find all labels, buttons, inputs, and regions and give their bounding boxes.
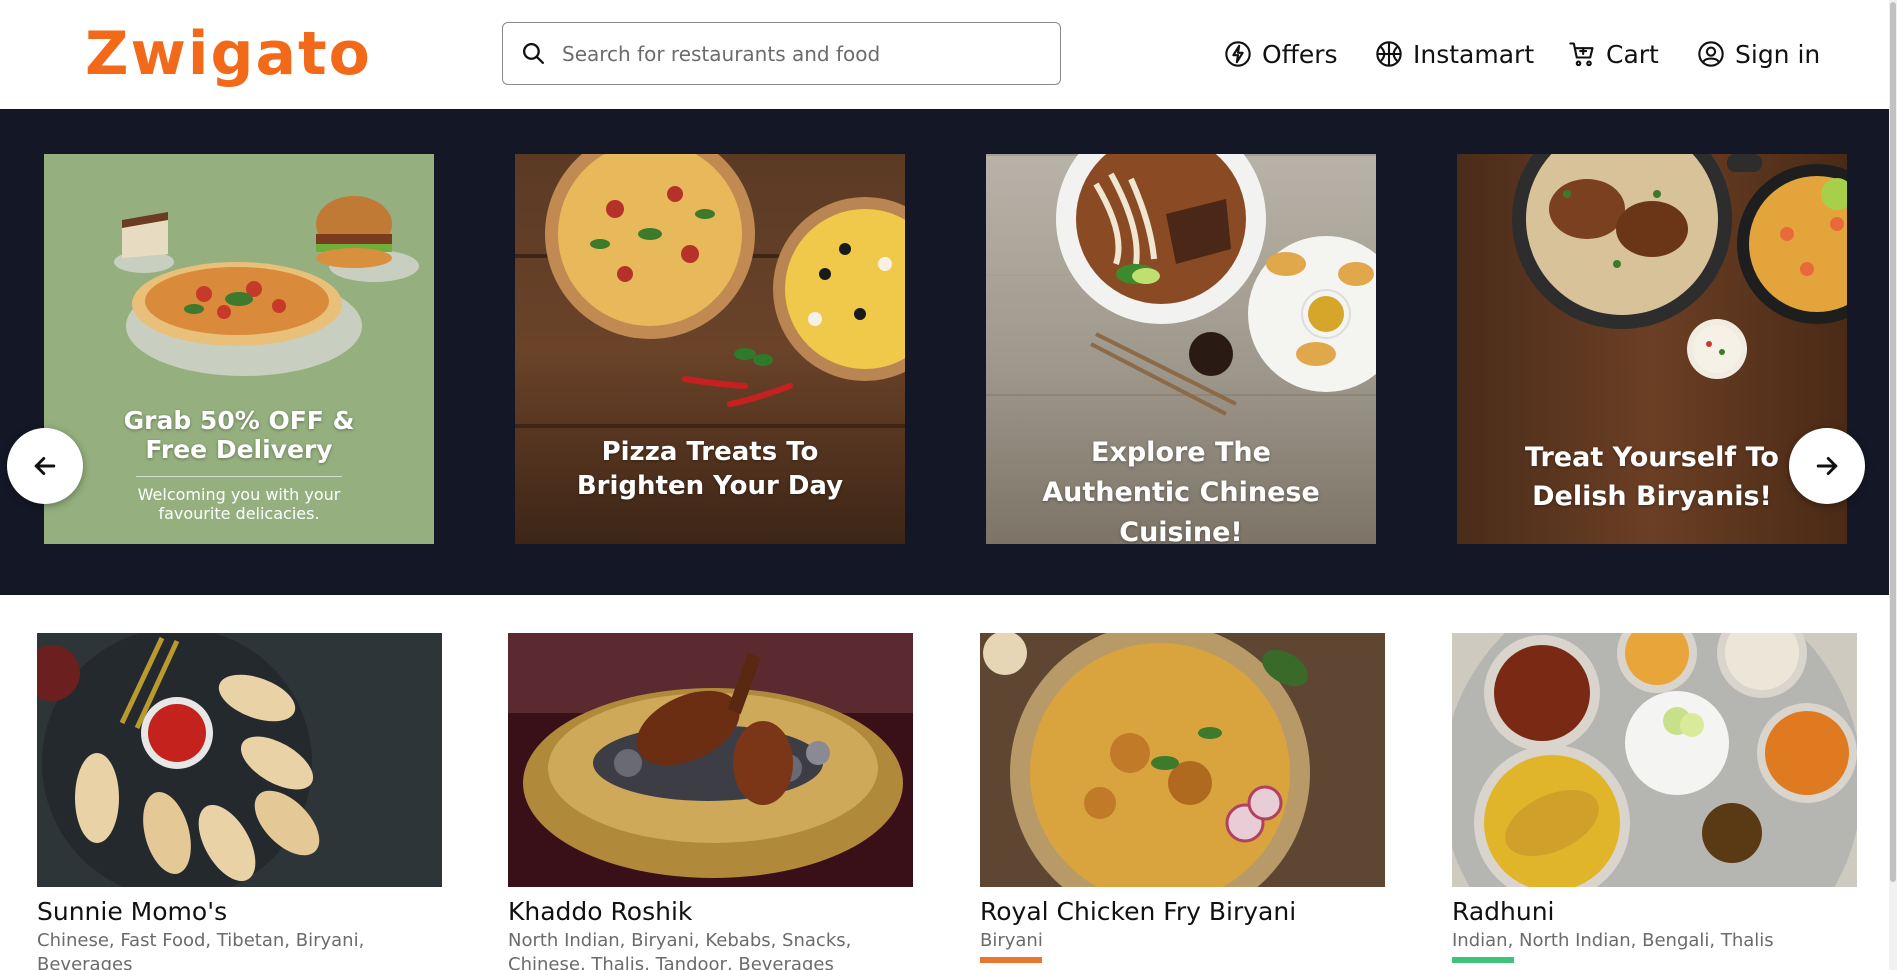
carousel-slide-offer[interactable]: Grab 50% OFF & Free Delivery Welcoming y…	[44, 154, 434, 544]
scrollbar-thumb[interactable]	[1890, 2, 1896, 882]
carousel-next-button[interactable]	[1789, 428, 1865, 504]
page-scrollbar[interactable]	[1889, 0, 1897, 970]
arrow-right-icon	[1816, 457, 1838, 475]
restaurant-card[interactable]: Sunnie Momo's Chinese, Fast Food, Tibeta…	[37, 633, 442, 970]
carousel-slide-biryani[interactable]: Treat Yourself To Delish Biryanis!	[1457, 154, 1847, 544]
search-input[interactable]	[562, 41, 1032, 66]
search-bar[interactable]	[502, 22, 1061, 85]
restaurant-card[interactable]: Khaddo Roshik North Indian, Biryani, Keb…	[508, 633, 913, 970]
offers-bolt-icon	[1225, 41, 1251, 67]
restaurant-image-momos	[37, 633, 442, 887]
restaurant-name: Royal Chicken Fry Biryani	[980, 897, 1297, 926]
restaurant-cuisines: Chinese, Fast Food, Tibetan, Biryani, Be…	[37, 930, 365, 970]
top-header: Zwigato Offers Instamart Cart Sign in	[0, 0, 1897, 109]
restaurant-image-biryani	[980, 633, 1385, 887]
arrow-left-icon	[34, 457, 56, 475]
restaurant-cuisines: Biryani	[980, 930, 1043, 951]
nav-offers[interactable]: Offers	[1224, 32, 1338, 76]
brand-logo[interactable]: Zwigato	[85, 18, 372, 90]
restaurant-name: Khaddo Roshik	[508, 897, 693, 926]
restaurant-cuisines: Indian, North Indian, Bengali, Thalis	[1452, 930, 1774, 951]
slide-offer-subtitle: Welcoming you with your favourite delica…	[137, 485, 341, 523]
slide-pizza-title: Pizza Treats To Brighten Your Day	[576, 437, 844, 501]
nav-instamart[interactable]: Instamart	[1375, 32, 1534, 76]
instamart-globe-icon	[1376, 41, 1402, 67]
nav-instamart-label: Instamart	[1413, 39, 1535, 69]
restaurant-name: Sunnie Momo's	[37, 897, 228, 926]
nav-cart[interactable]: Cart	[1568, 32, 1659, 76]
restaurant-image-thali	[1452, 633, 1857, 887]
nav-signin[interactable]: Sign in	[1697, 32, 1820, 76]
cart-icon	[1569, 42, 1594, 67]
search-icon	[522, 42, 545, 65]
rating-indicator	[980, 957, 1042, 963]
rating-indicator	[1452, 957, 1514, 963]
restaurant-card[interactable]: Radhuni Indian, North Indian, Bengali, T…	[1452, 633, 1857, 963]
nav-offers-label: Offers	[1262, 39, 1338, 69]
restaurant-cuisines: North Indian, Biryani, Kebabs, Snacks, C…	[508, 930, 852, 970]
restaurant-image-kebab	[508, 633, 913, 887]
user-icon	[1698, 41, 1724, 67]
restaurant-name: Radhuni	[1452, 897, 1555, 926]
slide-biryani-title: Treat Yourself To Delish Biryanis!	[1525, 442, 1779, 512]
carousel-prev-button[interactable]	[7, 428, 83, 504]
offers-carousel: Grab 50% OFF & Free Delivery Welcoming y…	[0, 109, 1897, 595]
restaurant-card[interactable]: Royal Chicken Fry Biryani Biryani	[980, 633, 1385, 963]
carousel-slide-chinese[interactable]: Explore The Authentic Chinese Cuisine!	[986, 154, 1376, 544]
nav-cart-label: Cart	[1606, 39, 1659, 69]
nav-signin-label: Sign in	[1735, 39, 1821, 69]
slide-offer-title: Grab 50% OFF & Free Delivery	[123, 406, 355, 464]
slide-chinese-title: Explore The Authentic Chinese Cuisine!	[1042, 437, 1320, 544]
carousel-slide-pizza[interactable]: Pizza Treats To Brighten Your Day	[515, 154, 905, 544]
slide-offer-divider	[136, 476, 342, 477]
